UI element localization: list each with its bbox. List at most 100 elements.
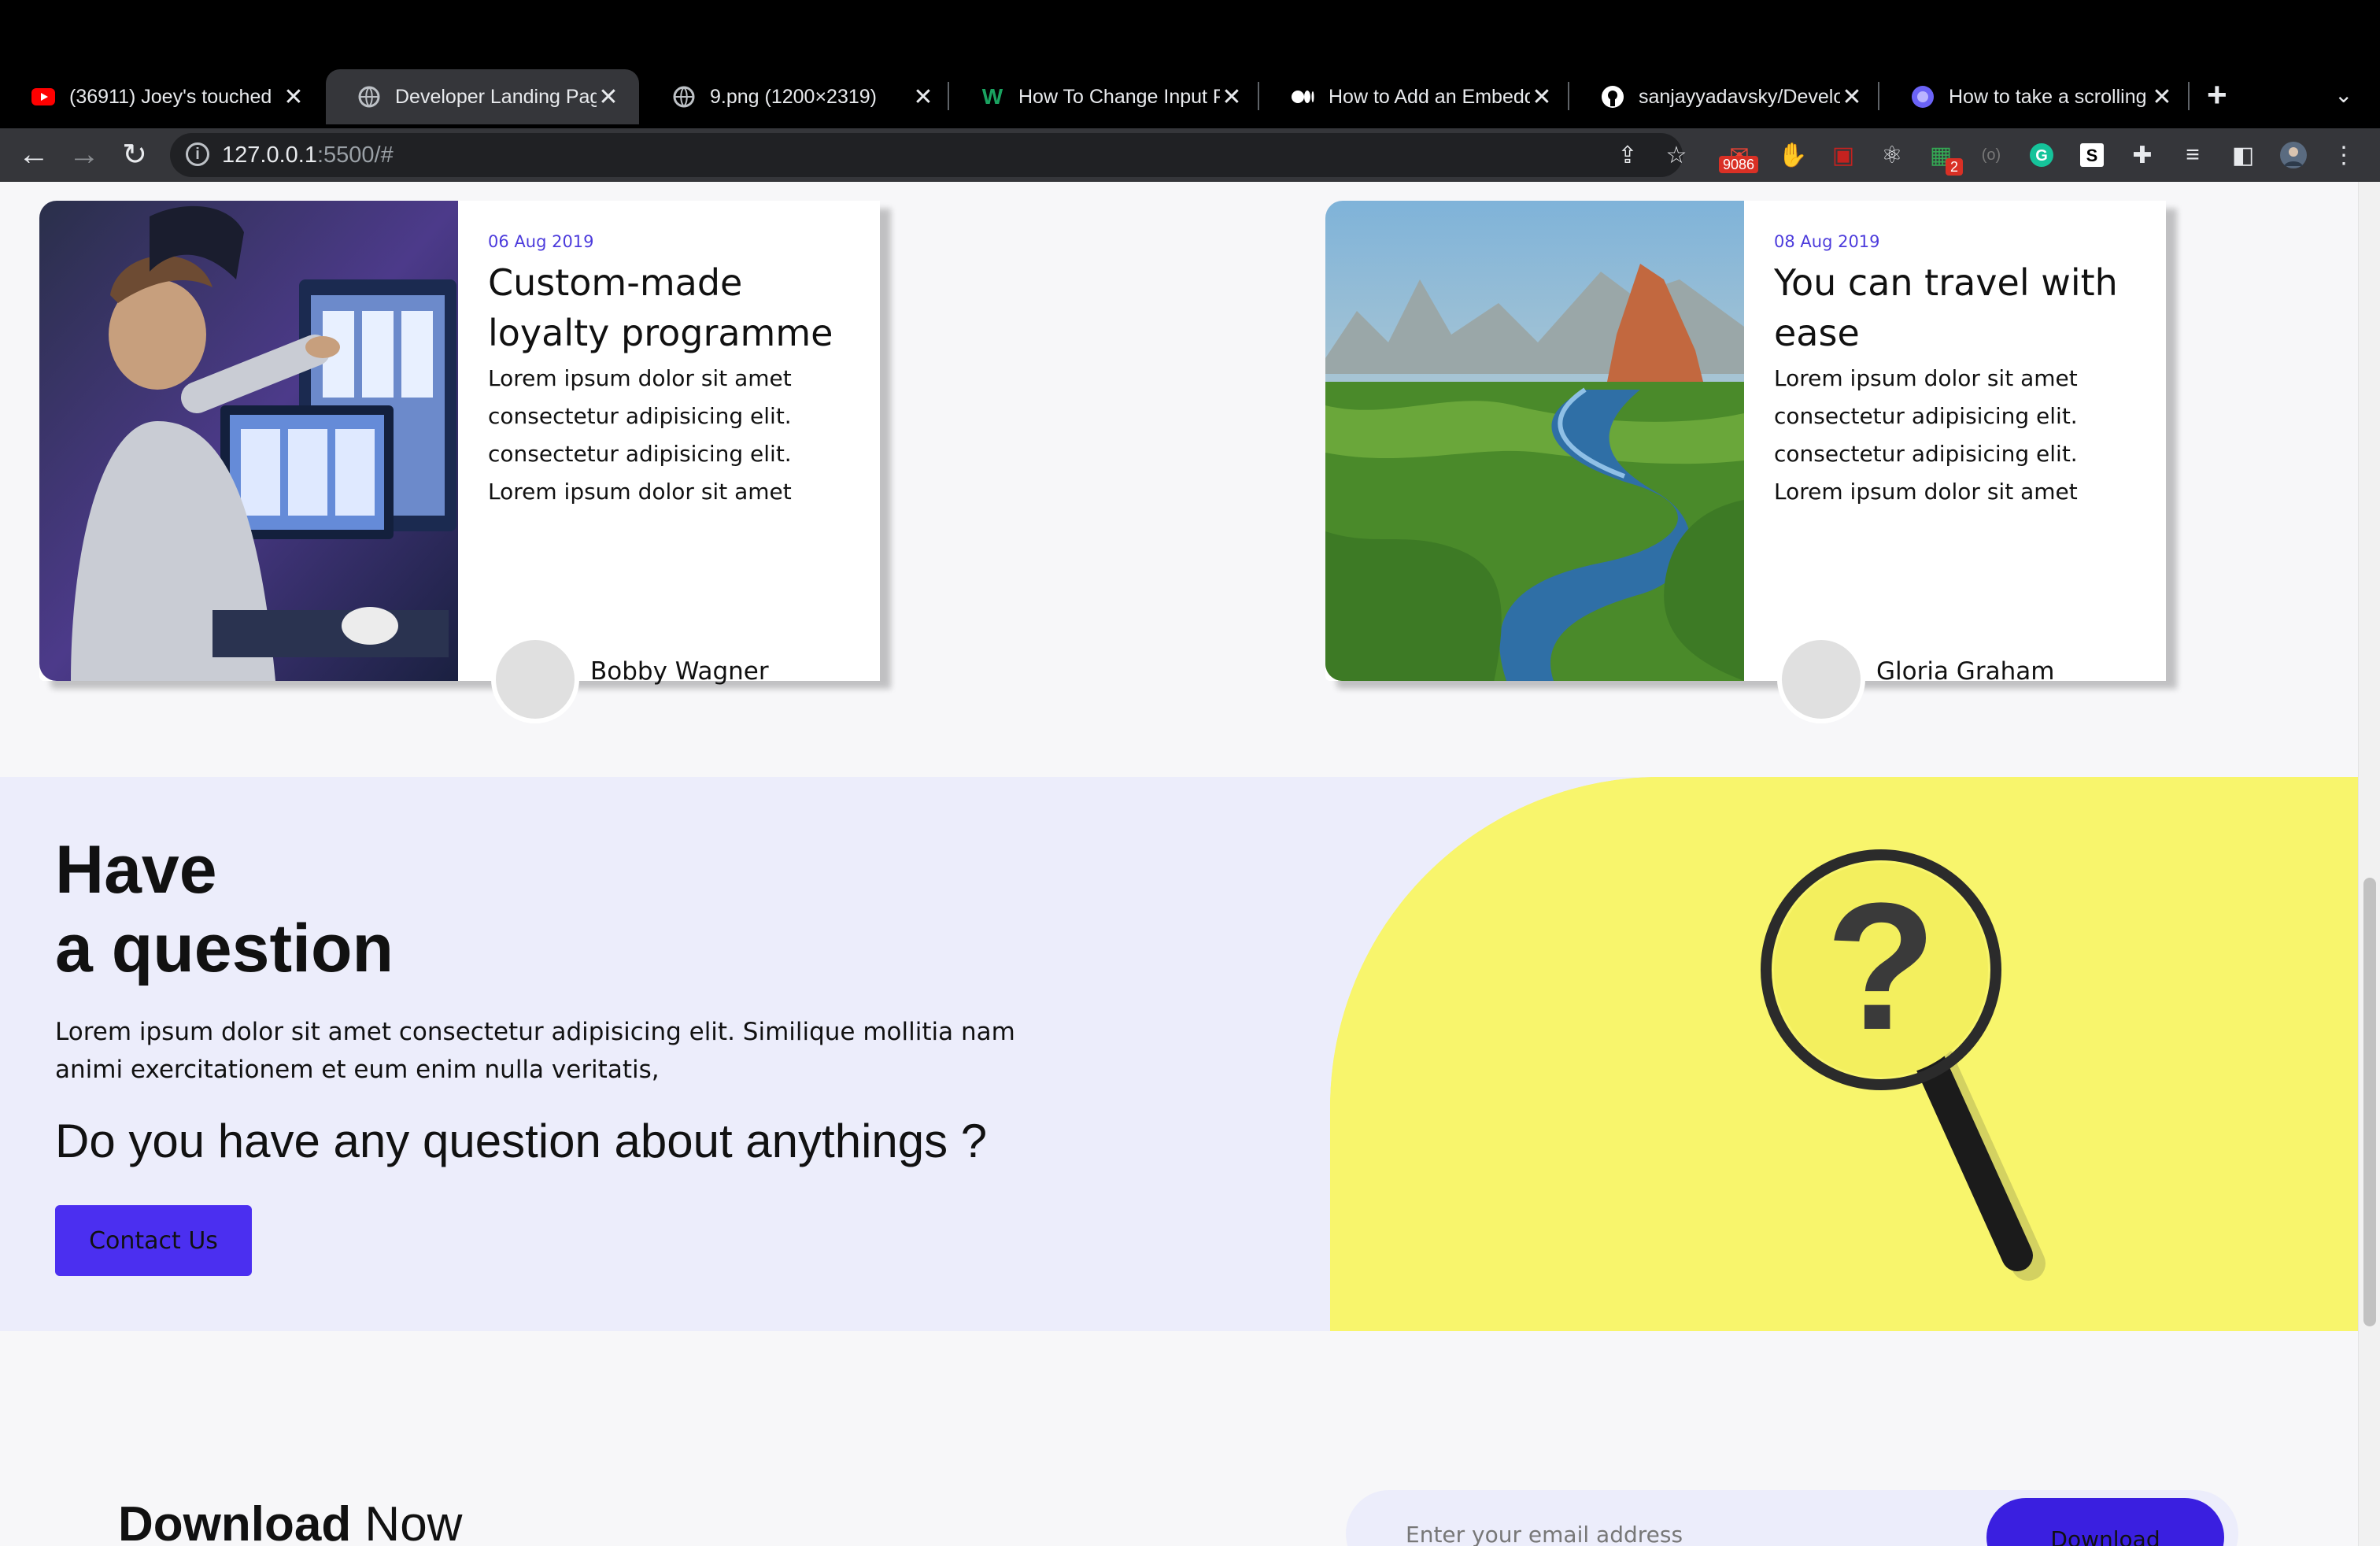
magnifier-question-photo: ?: [1330, 777, 2358, 1331]
url-host: 127.0.0.1: [222, 142, 317, 168]
card-body: 08 Aug 2019 You can travel with ease Lor…: [1774, 232, 2144, 511]
tab-title: Developer Landing Page: [395, 85, 597, 108]
excerpt-line: Lorem ipsum dolor sit amet: [1774, 365, 2078, 391]
close-tab-icon[interactable]: ✕: [597, 83, 620, 111]
tab-title: 9.png (1200×2319): [710, 85, 877, 108]
author-name: Bobby Wagner: [590, 657, 769, 686]
heading-line: Have: [55, 832, 217, 908]
s-extension-icon[interactable]: S: [2076, 139, 2108, 171]
page-viewport: 06 Aug 2019 Custom-made loyalty programm…: [0, 182, 2380, 1546]
excerpt-line: consectetur adipisicing elit.: [1774, 441, 2078, 467]
youtube-icon: [31, 85, 55, 109]
tab-title: (36911) Joey's touched: [69, 85, 272, 108]
tab-title: How To Change Input Placeholder: [1018, 85, 1220, 108]
globe-icon: [357, 85, 381, 109]
new-tab-icon[interactable]: +: [2207, 76, 2227, 115]
tab-strip: (36911) Joey's touched ✕ Developer Landi…: [0, 0, 2380, 128]
close-tab-icon[interactable]: ✕: [911, 83, 935, 111]
author-name: Gloria Graham: [1876, 657, 2055, 686]
avatar: [491, 635, 579, 723]
puzzle-extensions-icon[interactable]: ✚: [2127, 139, 2158, 171]
site-info-icon[interactable]: i: [186, 142, 209, 166]
tab-title: How to Add an Embedded: [1329, 85, 1530, 108]
card-body: 06 Aug 2019 Custom-made loyalty programm…: [488, 232, 858, 511]
question-section: Have a question Lorem ipsum dolor sit am…: [0, 777, 2358, 1331]
tab-separator: [2188, 82, 2190, 110]
post-excerpt: Lorem ipsum dolor sit amet consectetur a…: [488, 360, 858, 511]
heading-line: a question: [55, 911, 394, 986]
medium-icon: [1291, 85, 1314, 109]
excerpt-line: Lorem ipsum dolor sit amet: [488, 365, 792, 391]
tab-title: How to take a scrolling: [1949, 85, 2147, 108]
download-form: Enter your email address Download: [1346, 1490, 2238, 1546]
reading-list-icon[interactable]: ≡: [2177, 139, 2208, 171]
back-icon[interactable]: ←: [14, 135, 54, 174]
excerpt-line: Lorem ipsum dolor sit amet: [488, 479, 792, 505]
address-url: 127.0.0.1:5500/#: [222, 142, 394, 168]
woman-at-monitors-photo: [39, 201, 458, 681]
tab-image[interactable]: 9.png (1200×2319) ✕: [641, 69, 954, 124]
gmail-count-badge: 9086: [1719, 156, 1759, 173]
side-panel-icon[interactable]: ◧: [2227, 139, 2259, 171]
svg-text:G: G: [2035, 147, 2048, 165]
river-landscape-photo: [1325, 201, 1744, 681]
contact-us-button[interactable]: Contact Us: [55, 1205, 252, 1276]
download-heading: Download Now: [118, 1496, 462, 1546]
section-paragraph: Lorem ipsum dolor sit amet consectetur a…: [55, 1018, 1015, 1084]
react-devtools-icon[interactable]: ⚛: [1876, 139, 1908, 171]
grammarly-icon[interactable]: G: [2026, 139, 2057, 171]
tab-title: sanjayyadavsky/Developer: [1639, 85, 1840, 108]
post-excerpt: Lorem ipsum dolor sit amet consectetur a…: [1774, 360, 2144, 511]
chevron-down-icon[interactable]: ⌄: [2334, 82, 2352, 108]
close-tab-icon[interactable]: ✕: [1220, 83, 1244, 111]
blog-card[interactable]: 06 Aug 2019 Custom-made loyalty programm…: [39, 201, 880, 723]
tab-scrolling[interactable]: How to take a scrolling ✕: [1879, 69, 2193, 124]
post-date: 06 Aug 2019: [488, 232, 594, 251]
email-input[interactable]: Enter your email address: [1406, 1522, 1957, 1546]
tab-developer-landing[interactable]: Developer Landing Page ✕: [326, 69, 639, 124]
image-extension-icon[interactable]: ▣: [1828, 139, 1859, 171]
close-tab-icon[interactable]: ✕: [1840, 83, 1864, 111]
download-heading-bold: Download: [118, 1497, 352, 1546]
bookmark-star-icon[interactable]: ☆: [1661, 139, 1692, 171]
download-heading-rest: Now: [351, 1497, 463, 1546]
globe-icon: [672, 85, 696, 109]
svg-text:S: S: [2086, 146, 2098, 165]
extension-count-badge: 2: [1946, 158, 1963, 176]
more-menu-icon[interactable]: ⋮: [2328, 139, 2360, 171]
post-date: 08 Aug 2019: [1774, 232, 1880, 251]
download-button[interactable]: Download: [1986, 1498, 2224, 1546]
post-title[interactable]: Custom-made loyalty programme: [488, 257, 858, 358]
profile-avatar[interactable]: [2278, 139, 2309, 171]
close-tab-icon[interactable]: ✕: [282, 83, 305, 111]
excerpt-line: consectetur adipisicing elit.: [488, 403, 792, 429]
blog-card[interactable]: 08 Aug 2019 You can travel with ease Lor…: [1325, 201, 2166, 723]
scrollbar-thumb[interactable]: [2363, 878, 2376, 1326]
code-extension-icon[interactable]: (o): [1975, 139, 2007, 171]
tab-youtube[interactable]: (36911) Joey's touched ✕: [0, 69, 324, 124]
share-icon[interactable]: ⇪: [1612, 139, 1643, 171]
url-path: :5500/#: [316, 142, 394, 168]
excerpt-line: consectetur adipisicing elit.: [488, 441, 792, 467]
tab-medium[interactable]: How to Add an Embedded ✕: [1259, 69, 1572, 124]
svg-text:?: ?: [1826, 865, 1937, 1067]
page-scrollbar[interactable]: [2358, 182, 2380, 1546]
excerpt-line: Lorem ipsum dolor sit amet: [1774, 479, 2078, 505]
reload-icon[interactable]: ↻: [115, 135, 154, 174]
tab-placeholder-article[interactable]: W How To Change Input Placeholder ✕: [949, 69, 1262, 124]
avatar: [1777, 635, 1865, 723]
close-tab-icon[interactable]: ✕: [2150, 83, 2174, 111]
adblock-extension-icon[interactable]: ✋: [1777, 139, 1809, 171]
question-prompt: Do you have any question about anythings…: [55, 1115, 988, 1167]
w-logo-icon: W: [981, 84, 1003, 109]
close-tab-icon[interactable]: ✕: [1530, 83, 1554, 111]
post-title[interactable]: You can travel with ease: [1774, 257, 2144, 358]
address-bar[interactable]: i 127.0.0.1:5500/#: [170, 133, 1683, 177]
github-icon: [1601, 85, 1624, 109]
browser-toolbar: ← → ↻ i 127.0.0.1:5500/# ⇪ ☆ ✉ 9086 ✋ ▣ …: [0, 128, 2380, 182]
excerpt-line: consectetur adipisicing elit.: [1774, 403, 2078, 429]
forward-icon[interactable]: →: [65, 135, 104, 174]
section-heading: Have a question: [55, 830, 394, 988]
tab-github[interactable]: sanjayyadavsky/Developer ✕: [1569, 69, 1883, 124]
site-icon: [1911, 85, 1935, 109]
